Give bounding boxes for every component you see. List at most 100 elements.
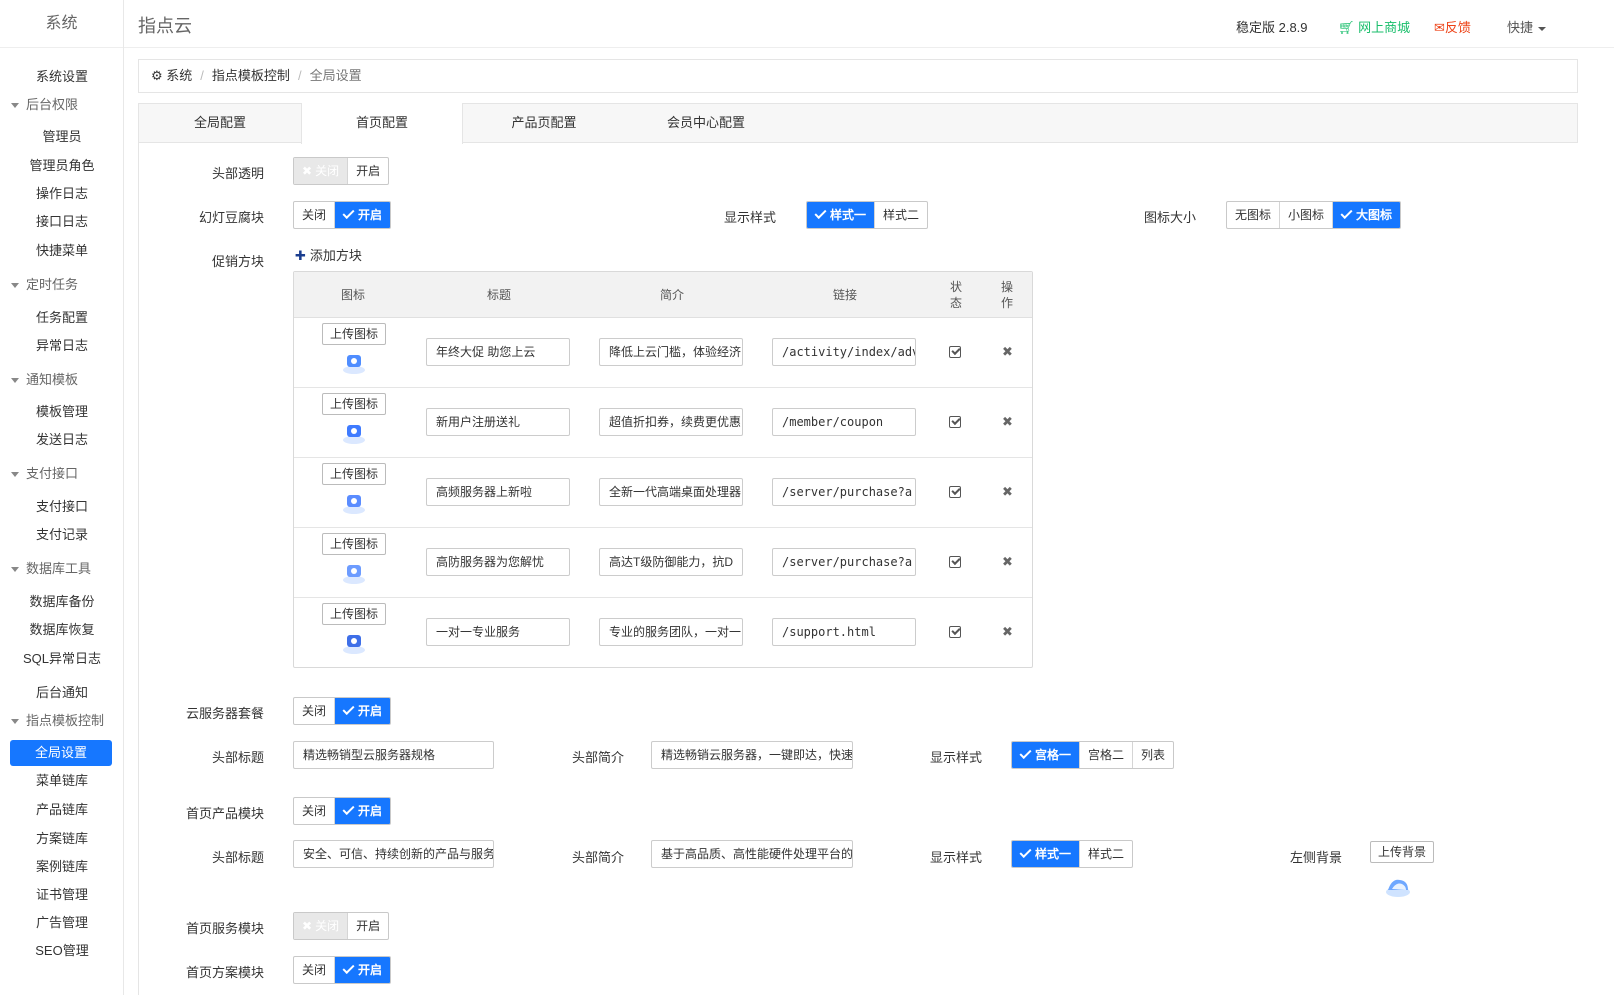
upload-icon-button[interactable]: 上传图标 bbox=[322, 533, 387, 555]
upload-bg-button[interactable]: 上传背景 bbox=[1370, 841, 1435, 863]
promo-title-input[interactable]: 一对一专业服务 bbox=[426, 618, 570, 646]
cloud-style-grid2[interactable]: 宫格二 bbox=[1080, 742, 1134, 768]
sidebar-item[interactable]: 支付接口 bbox=[0, 496, 124, 518]
product-module-off[interactable]: 关闭 bbox=[294, 798, 336, 824]
tab-home[interactable]: 首页配置 bbox=[301, 103, 463, 144]
sidebar-item[interactable]: 产品链库 bbox=[0, 799, 124, 821]
upload-icon-button[interactable]: 上传图标 bbox=[322, 603, 387, 625]
header-transparent-on[interactable]: 开启 bbox=[348, 158, 388, 184]
breadcrumb-mid[interactable]: 指点模板控制 bbox=[212, 68, 290, 83]
delete-icon[interactable]: ✖ bbox=[1002, 484, 1013, 500]
slider-style-1[interactable]: 样式一 bbox=[807, 202, 876, 228]
icon-size-none[interactable]: 无图标 bbox=[1227, 202, 1281, 228]
add-block-button[interactable]: ✚ 添加方块 bbox=[295, 245, 362, 264]
icon-size-big[interactable]: 大图标 bbox=[1333, 202, 1401, 228]
sidebar-item[interactable]: 发送日志 bbox=[0, 429, 124, 451]
next-module-on[interactable]: 开启 bbox=[335, 957, 391, 983]
sidebar-group[interactable]: 指点模板控制 bbox=[0, 710, 124, 732]
tab-member[interactable]: 会员中心配置 bbox=[625, 103, 787, 143]
sidebar-item[interactable]: 快捷菜单 bbox=[0, 240, 124, 262]
cloud-package-off[interactable]: 关闭 bbox=[294, 698, 336, 724]
delete-icon[interactable]: ✖ bbox=[1002, 624, 1013, 640]
sidebar-group[interactable]: 支付接口 bbox=[0, 463, 124, 485]
service-module-off[interactable]: ✖ 关闭 bbox=[294, 913, 349, 939]
sidebar-item[interactable]: 管理员角色 bbox=[0, 155, 124, 177]
col-icon: 图标 bbox=[340, 288, 365, 302]
sidebar-item[interactable]: 系统设置 bbox=[0, 66, 124, 88]
promo-link-input[interactable]: /server/purchase?a bbox=[772, 548, 916, 576]
promo-intro-input[interactable]: 高达T级防御能力，抗D bbox=[599, 548, 743, 576]
cloud-title-input[interactable]: 精选畅销型云服务器规格 bbox=[293, 741, 494, 769]
slider-block-off[interactable]: 关闭 bbox=[294, 202, 336, 228]
status-checkbox[interactable] bbox=[949, 556, 961, 568]
slider-style-2[interactable]: 样式二 bbox=[875, 202, 927, 228]
sidebar-item[interactable]: 全局设置 bbox=[10, 740, 112, 766]
product-style-2[interactable]: 样式二 bbox=[1080, 841, 1132, 867]
sidebar-item[interactable]: 广告管理 bbox=[0, 912, 124, 934]
sidebar-group[interactable]: 数据库工具 bbox=[0, 558, 124, 580]
sidebar-item[interactable]: SQL异常日志 bbox=[0, 648, 124, 670]
status-checkbox[interactable] bbox=[949, 626, 961, 638]
sidebar-group[interactable]: 定时任务 bbox=[0, 274, 124, 296]
delete-icon[interactable]: ✖ bbox=[1002, 344, 1013, 360]
sidebar-item[interactable]: 数据库恢复 bbox=[0, 619, 124, 641]
product-style-1[interactable]: 样式一 bbox=[1012, 841, 1081, 867]
sidebar-item[interactable]: 异常日志 bbox=[0, 335, 124, 357]
upload-icon-button[interactable]: 上传图标 bbox=[322, 463, 387, 485]
promo-title-input[interactable]: 年终大促 助您上云 bbox=[426, 338, 570, 366]
tab-product[interactable]: 产品页配置 bbox=[463, 103, 625, 143]
sidebar-item[interactable]: 接口日志 bbox=[0, 211, 124, 233]
breadcrumb-root[interactable]: 系统 bbox=[166, 68, 192, 83]
product-title-input[interactable]: 安全、可信、持续创新的产品与服务 bbox=[293, 840, 494, 868]
sidebar-item[interactable]: 操作日志 bbox=[0, 183, 124, 205]
cloud-style-list[interactable]: 列表 bbox=[1133, 742, 1173, 768]
delete-icon[interactable]: ✖ bbox=[1002, 554, 1013, 570]
promo-link-input[interactable]: /support.html bbox=[772, 618, 916, 646]
tab-global[interactable]: 全局配置 bbox=[139, 103, 301, 143]
product-intro-input[interactable]: 基于高品质、高性能硬件处理平台的 bbox=[651, 840, 853, 868]
sidebar-item[interactable]: 支付记录 bbox=[0, 524, 124, 546]
sidebar-item[interactable]: 证书管理 bbox=[0, 884, 124, 906]
sidebar-item[interactable]: 数据库备份 bbox=[0, 591, 124, 613]
upload-icon-button[interactable]: 上传图标 bbox=[322, 323, 387, 345]
next-module-off[interactable]: 关闭 bbox=[294, 957, 336, 983]
status-checkbox[interactable] bbox=[949, 486, 961, 498]
sidebar-group[interactable]: 后台权限 bbox=[0, 94, 124, 116]
sidebar-item[interactable]: 任务配置 bbox=[0, 307, 124, 329]
sidebar-item[interactable]: 菜单链库 bbox=[0, 770, 124, 792]
status-checkbox[interactable] bbox=[949, 346, 961, 358]
promo-intro-input[interactable]: 降低上云门槛，体验经济 bbox=[599, 338, 743, 366]
service-module-on[interactable]: 开启 bbox=[348, 913, 388, 939]
promo-intro-input[interactable]: 专业的服务团队，一对一 bbox=[599, 618, 743, 646]
delete-icon[interactable]: ✖ bbox=[1002, 414, 1013, 430]
cloud-style-grid1[interactable]: 宫格一 bbox=[1012, 742, 1081, 768]
upload-icon-button[interactable]: 上传图标 bbox=[322, 393, 387, 415]
feedback-link[interactable]: ✉反馈 bbox=[1434, 17, 1471, 36]
sidebar-item[interactable]: 管理员 bbox=[0, 126, 124, 148]
quick-menu[interactable]: 快捷 bbox=[1507, 17, 1547, 36]
icon-size-small[interactable]: 小图标 bbox=[1280, 202, 1334, 228]
left-bg-thumbnail bbox=[1386, 879, 1410, 897]
promo-link-input[interactable]: /activity/index/adv bbox=[772, 338, 916, 366]
sidebar-item[interactable]: 案例链库 bbox=[0, 856, 124, 878]
slider-block-on[interactable]: 开启 bbox=[335, 202, 391, 228]
product-module-label: 首页产品模块 bbox=[185, 806, 264, 821]
sidebar-item[interactable]: SEO管理 bbox=[0, 940, 124, 962]
sidebar-item[interactable]: 后台通知 bbox=[0, 682, 124, 704]
sidebar-item[interactable]: 方案链库 bbox=[0, 828, 124, 850]
promo-title-input[interactable]: 高防服务器为您解忧 bbox=[426, 548, 570, 576]
promo-title-input[interactable]: 高频服务器上新啦 bbox=[426, 478, 570, 506]
status-checkbox[interactable] bbox=[949, 416, 961, 428]
cloud-package-on[interactable]: 开启 bbox=[335, 698, 391, 724]
promo-link-input[interactable]: /server/purchase?a bbox=[772, 478, 916, 506]
mall-link[interactable]: 🛒︎ 网上商城 bbox=[1338, 17, 1410, 36]
promo-link-input[interactable]: /member/coupon bbox=[772, 408, 916, 436]
sidebar-group[interactable]: 通知模板 bbox=[0, 369, 124, 391]
promo-intro-input[interactable]: 超值折扣券，续费更优惠 bbox=[599, 408, 743, 436]
product-module-on[interactable]: 开启 bbox=[335, 798, 391, 824]
promo-intro-input[interactable]: 全新一代高端桌面处理器 bbox=[599, 478, 743, 506]
cloud-intro-input[interactable]: 精选畅销云服务器，一键即达，快速 bbox=[651, 741, 853, 769]
header-transparent-off[interactable]: ✖ 关闭 bbox=[294, 158, 349, 184]
promo-title-input[interactable]: 新用户注册送礼 bbox=[426, 408, 570, 436]
sidebar-item[interactable]: 模板管理 bbox=[0, 401, 124, 423]
